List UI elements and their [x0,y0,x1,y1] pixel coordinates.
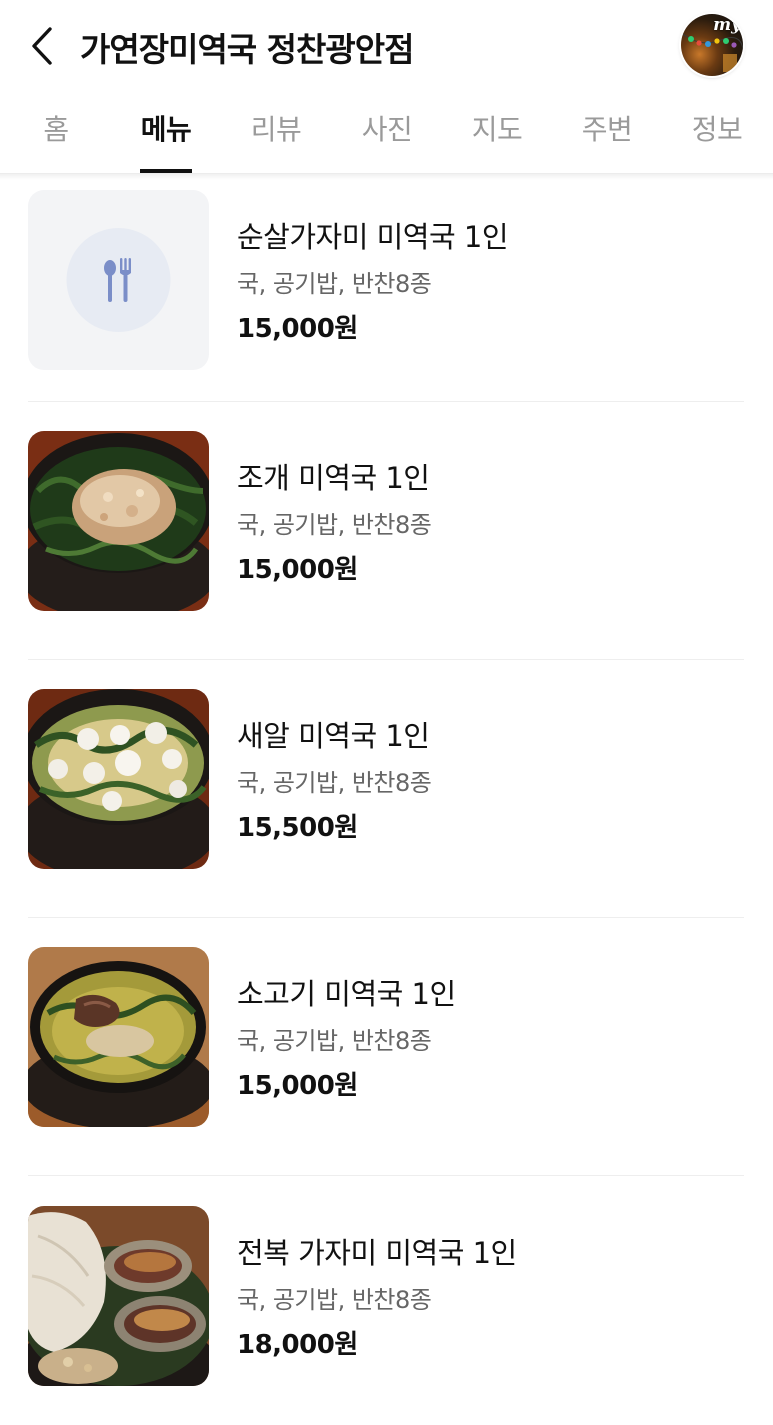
menu-item-price: 18,000원 [237,1330,358,1360]
tab-bar: 홈 메뉴 리뷰 사진 지도 주변 정보 [0,92,773,174]
menu-item-photo [28,947,209,1127]
page-title: 가연장미역국 정찬광안점 [80,30,414,69]
menu-item-description: 국, 공기밥, 반찬8종 [237,511,432,539]
menu-item-name: 조개 미역국 1인 [237,461,430,495]
tab-bar-shadow [0,174,773,180]
tab-map[interactable]: 지도 [472,108,523,148]
menu-item-price: 15,000원 [237,1071,358,1101]
menu-item[interactable]: 전복 가자미 미역국 1인 국, 공기밥, 반찬8종 18,000원 [28,1206,744,1388]
menu-item[interactable]: 순살가자미 미역국 1인 국, 공기밥, 반찬8종 15,000원 [28,190,744,372]
menu-item-name: 순살가자미 미역국 1인 [237,220,509,254]
my-label: my [713,15,741,35]
divider [28,1175,744,1176]
divider [28,659,744,660]
tab-nearby[interactable]: 주변 [582,108,633,148]
back-button[interactable] [22,24,62,68]
chevron-left-icon [32,27,52,65]
app-header: 가연장미역국 정찬광안점 my [0,0,773,92]
menu-item-name: 전복 가자미 미역국 1인 [237,1236,517,1270]
tab-info[interactable]: 정보 [692,108,743,148]
tab-menu[interactable]: 메뉴 [141,108,192,148]
menu-item-price: 15,500원 [237,813,358,843]
menu-item-photo [28,431,209,611]
my-profile-avatar[interactable]: my [681,14,743,76]
menu-item-description: 국, 공기밥, 반찬8종 [237,1027,432,1055]
menu-item-placeholder-image [28,190,209,370]
menu-item-description: 국, 공기밥, 반찬8종 [237,769,432,797]
menu-item[interactable]: 소고기 미역국 1인 국, 공기밥, 반찬8종 15,000원 [28,947,744,1129]
menu-item-price: 15,000원 [237,555,358,585]
tab-reviews[interactable]: 리뷰 [251,108,302,148]
tab-photos[interactable]: 사진 [362,108,413,148]
menu-item-name: 새알 미역국 1인 [237,719,430,753]
menu-item-photo [28,689,209,869]
menu-item-photo [28,1206,209,1386]
menu-item[interactable]: 조개 미역국 1인 국, 공기밥, 반찬8종 15,000원 [28,431,744,613]
divider [28,917,744,918]
active-tab-indicator [140,169,192,173]
menu-item-description: 국, 공기밥, 반찬8종 [237,270,432,298]
menu-item-description: 국, 공기밥, 반찬8종 [237,1286,432,1314]
tab-home[interactable]: 홈 [43,108,69,148]
divider [28,401,744,402]
menu-item-price: 15,000원 [237,314,358,344]
menu-item[interactable]: 새알 미역국 1인 국, 공기밥, 반찬8종 15,500원 [28,689,744,871]
menu-item-name: 소고기 미역국 1인 [237,977,456,1011]
